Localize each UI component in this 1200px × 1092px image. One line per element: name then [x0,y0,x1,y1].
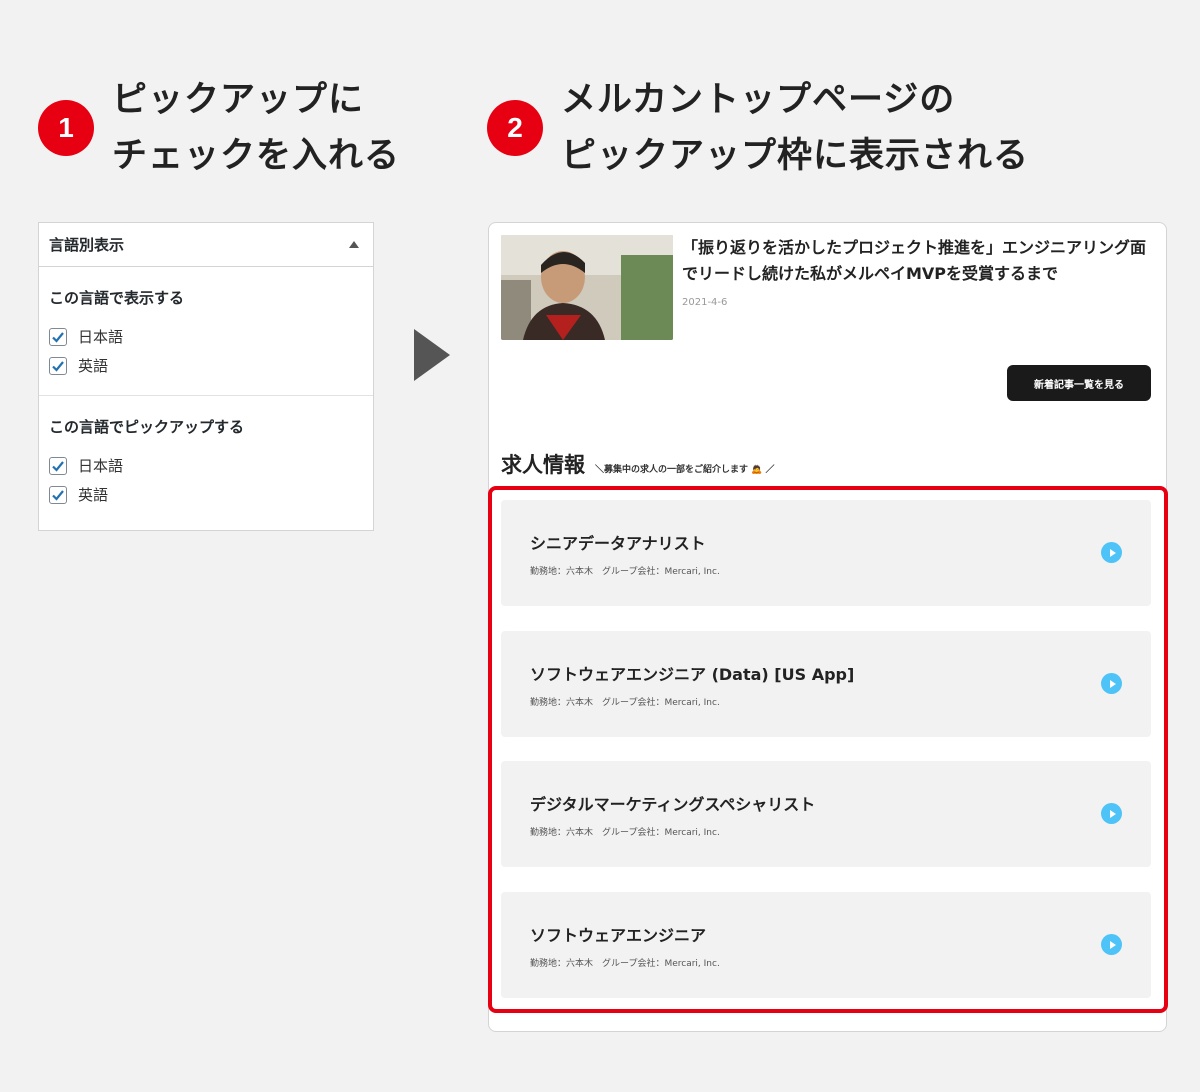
step-1-line-2: チェックを入れる [112,136,401,176]
checkmark-icon [52,460,64,472]
job-card[interactable]: デジタルマーケティングスペシャリスト 勤務地：六本木 グループ会社：Mercar… [501,761,1151,867]
step-1-badge: 1 [38,100,94,156]
panel-header[interactable]: 言語別表示 [39,223,373,267]
checkmark-icon [52,331,64,343]
panel-title: 言語別表示 [49,236,125,254]
view-all-articles-button[interactable]: 新着記事一覧を見る [1007,365,1151,401]
article-body: 「振り返りを活かしたプロジェクト推進を」エンジニアリング面でリードし続けた私がメ… [682,235,1152,340]
job-card[interactable]: シニアデータアナリスト 勤務地：六本木 グループ会社：Mercari, Inc. [501,500,1151,606]
step-2-badge: 2 [487,100,543,156]
step-1: 1 ピックアップに チェックを入れる [38,72,400,184]
article-card[interactable]: 「振り返りを活かしたプロジェクト推進を」エンジニアリング面でリードし続けた私がメ… [501,235,1152,340]
job-meta: 勤務地：六本木 グループ会社：Mercari, Inc. [530,828,720,838]
checkmark-icon [52,489,64,501]
play-icon[interactable] [1101,934,1122,955]
jobs-subtitle: ＼募集中の求人の一部をご紹介します 🙇 ／ [595,465,775,475]
job-meta: 勤務地：六本木 グループ会社：Mercari, Inc. [530,959,720,969]
person-photo-icon [501,235,673,340]
collapse-arrow-icon[interactable] [349,241,359,248]
step-1-line-1: ピックアップに [112,80,365,120]
display-section-title: この言語で表示する [49,289,185,307]
job-card[interactable]: ソフトウェアエンジニア (Data) [US App] 勤務地：六本木 グループ… [501,631,1151,737]
article-date: 2021-4-6 [682,297,728,308]
jobs-title: 求人情報 [501,453,585,477]
article-thumbnail [501,235,673,340]
display-language-section: この言語で表示する 日本語 英語 [39,267,373,380]
pickup-english-label: 英語 [78,486,109,504]
display-option-english[interactable]: 英語 [49,351,363,380]
pickup-japanese-checkbox[interactable] [49,456,67,475]
display-japanese-checkbox[interactable] [49,327,67,346]
pickup-option-english[interactable]: 英語 [49,480,363,509]
play-icon[interactable] [1101,542,1122,563]
pickup-english-checkbox[interactable] [49,485,67,504]
language-settings-panel: 言語別表示 この言語で表示する 日本語 英語 この言語でピックアップする 日本語 [38,222,374,531]
step-2-line-2: ピックアップ枠に表示される [561,136,1030,176]
step-2-line-1: メルカントップページの [561,80,956,120]
display-english-label: 英語 [78,357,109,375]
job-title: ソフトウェアエンジニア (Data) [US App] [530,665,855,684]
job-title: ソフトウェアエンジニア [530,926,707,945]
step-2: 2 メルカントップページの ピックアップ枠に表示される [487,72,1029,184]
pickup-option-japanese[interactable]: 日本語 [49,451,363,480]
pickup-section-title: この言語でピックアップする [49,418,245,436]
display-english-checkbox[interactable] [49,356,67,375]
next-arrow-icon [414,329,450,381]
job-meta: 勤務地：六本木 グループ会社：Mercari, Inc. [530,567,720,577]
article-title[interactable]: 「振り返りを活かしたプロジェクト推進を」エンジニアリング面でリードし続けた私がメ… [682,235,1152,287]
jobs-heading: 求人情報 ＼募集中の求人の一部をご紹介します 🙇 ／ [501,449,774,479]
pickup-japanese-label: 日本語 [78,457,124,475]
play-icon[interactable] [1101,673,1122,694]
job-title: シニアデータアナリスト [530,534,706,553]
display-japanese-label: 日本語 [78,328,124,346]
display-option-japanese[interactable]: 日本語 [49,322,363,351]
job-meta: 勤務地：六本木 グループ会社：Mercari, Inc. [530,698,720,708]
step-2-caption: メルカントップページの ピックアップ枠に表示される [561,72,1029,184]
step-1-caption: ピックアップに チェックを入れる [112,72,400,184]
checkmark-icon [52,360,64,372]
job-card[interactable]: ソフトウェアエンジニア 勤務地：六本木 グループ会社：Mercari, Inc. [501,892,1151,998]
pickup-language-section: この言語でピックアップする 日本語 英語 [39,395,373,509]
job-title: デジタルマーケティングスペシャリスト [530,795,816,814]
play-icon[interactable] [1101,803,1122,824]
